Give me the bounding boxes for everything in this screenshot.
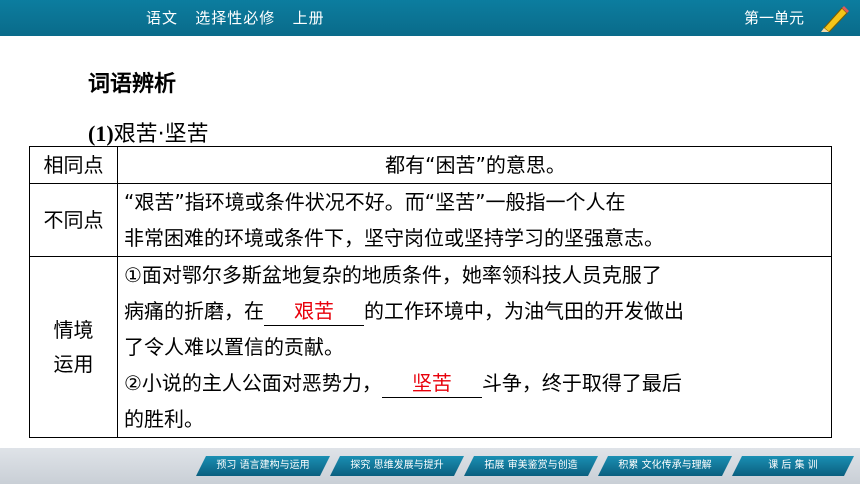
text-segment: 的工作环境中，为油气田的开发做出 — [364, 299, 684, 323]
book-title: 语文 选择性必修 上册 — [146, 9, 325, 27]
table-row: 不同点 “艰苦”指环境或条件状况不好。而“坚苦”一般指一个人在 非常困难的环境或… — [29, 183, 832, 257]
nav-exercises-button[interactable]: 课 后 集 训 — [732, 456, 854, 476]
usage-text: ①面对鄂尔多斯盆地复杂的地质条件，她率领科技人员克服了 病痛的折磨，在 艰苦 的工作… — [117, 256, 832, 438]
row-label: 情境 运用 — [29, 256, 118, 438]
unit-title: 第一单元 — [744, 9, 805, 27]
text-line: 的胜利。 — [124, 407, 204, 431]
comparison-table: 相同点 都有“困苦”的意思。 不同点 “艰苦”指环境或条件状况不好。而“坚苦”一… — [29, 146, 832, 438]
word-pair-heading: (1)艰苦·坚苦 — [88, 116, 209, 148]
text-line: ①面对鄂尔多斯盆地复杂的地质条件，她率领科技人员克服了 — [124, 263, 662, 287]
text-line: ②小说的主人公面对恶势力， 坚苦 斗争，终于取得了最后 — [124, 365, 827, 401]
text-line: 非常困难的环境或条件下，坚守岗位或坚持学习的坚强意志。 — [124, 226, 664, 250]
row-label: 不同点 — [29, 183, 118, 257]
table-row: 相同点 都有“困苦”的意思。 — [29, 146, 832, 184]
row-label: 相同点 — [29, 146, 118, 184]
text-line: 病痛的折磨，在 艰苦 的工作环境中，为油气田的开发做出 — [124, 293, 827, 329]
label-line: 运用 — [53, 352, 94, 376]
item-number: (1) — [88, 121, 114, 146]
table-row: 情境 运用 ①面对鄂尔多斯盆地复杂的地质条件，她率领科技人员克服了 病痛的折磨，… — [29, 256, 832, 438]
similarity-text: 都有“困苦”的意思。 — [117, 146, 832, 184]
answer-blank-1: 艰苦 — [264, 297, 364, 326]
text-line: 了令人难以置信的贡献。 — [124, 335, 344, 359]
text-segment: 病痛的折磨，在 — [124, 299, 264, 323]
nav-preview-button[interactable]: 预习 语言建构与运用 — [196, 456, 330, 476]
header-bar: 语文 选择性必修 上册 第一单元 — [0, 0, 860, 36]
nav-explore-button[interactable]: 探究 思维发展与提升 — [330, 456, 464, 476]
word-pair: 艰苦·坚苦 — [113, 122, 209, 147]
text-segment: 斗争，终于取得了最后 — [481, 371, 682, 395]
difference-text: “艰苦”指环境或条件状况不好。而“坚苦”一般指一个人在 非常困难的环境或条件下，… — [117, 183, 832, 257]
label-line: 情境 — [53, 318, 94, 342]
section-title: 词语辨析 — [88, 72, 177, 97]
nav-extend-button[interactable]: 拓展 审美鉴赏与创造 — [464, 456, 598, 476]
answer-blank-2: 坚苦 — [381, 369, 482, 398]
text-segment: ②小说的主人公面对恶势力， — [124, 371, 382, 395]
pencil-icon — [821, 6, 849, 32]
text-line: “艰苦”指环境或条件状况不好。而“坚苦”一般指一个人在 — [124, 190, 626, 214]
nav-accumulate-button[interactable]: 积累 文化传承与理解 — [598, 456, 732, 476]
